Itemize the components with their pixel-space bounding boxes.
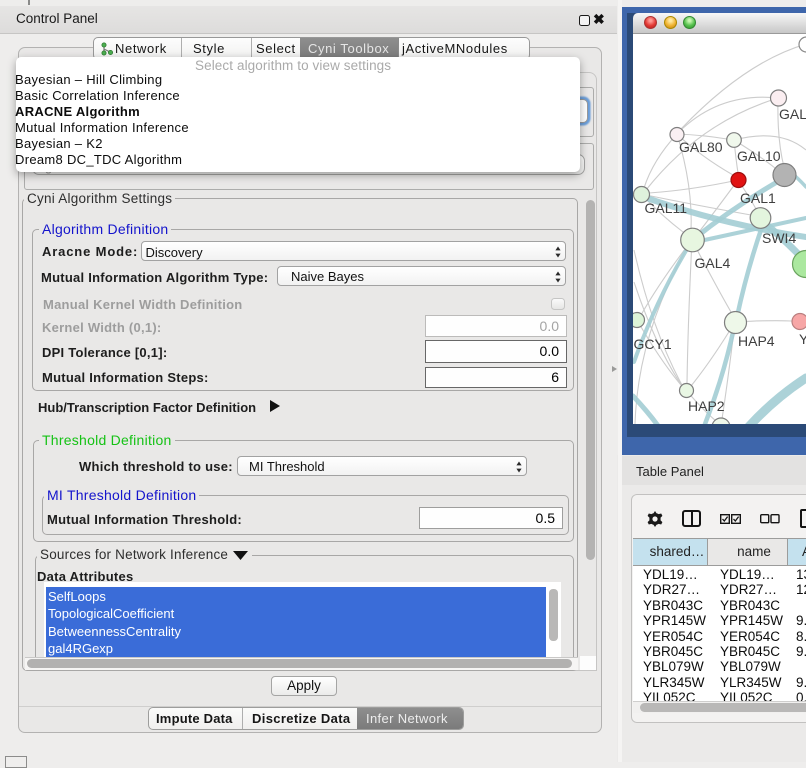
svg-text:SWI4: SWI4 (762, 230, 796, 246)
svg-text:GAL80: GAL80 (679, 139, 723, 155)
svg-text:GAL11: GAL11 (645, 200, 688, 216)
svg-text:GAL10: GAL10 (737, 148, 781, 164)
svg-text:GAL2: GAL2 (779, 106, 806, 122)
svg-text:Y: Y (799, 331, 806, 347)
svg-text:HAP2: HAP2 (688, 398, 725, 414)
svg-text:GAL1: GAL1 (740, 190, 776, 206)
svg-text:HAP4: HAP4 (738, 333, 775, 349)
svg-text:GCY1: GCY1 (634, 336, 672, 352)
svg-text:GAL4: GAL4 (695, 255, 731, 271)
